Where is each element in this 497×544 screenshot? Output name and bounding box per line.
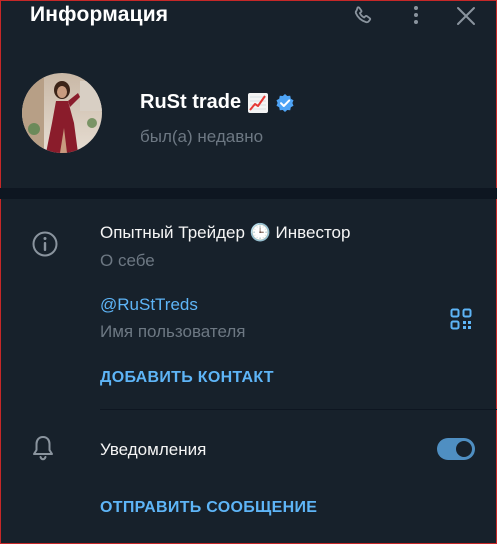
header: Информация bbox=[0, 0, 497, 32]
more-icon[interactable] bbox=[404, 4, 428, 33]
qr-code-icon[interactable] bbox=[450, 308, 472, 335]
notifications-toggle[interactable] bbox=[437, 438, 475, 460]
phone-icon[interactable] bbox=[351, 4, 375, 33]
add-contact-button[interactable]: ДОБАВИТЬ КОНТАКТ bbox=[100, 369, 274, 387]
bio-text: Опытный Трейдер 🕒 Инвестор bbox=[100, 223, 351, 242]
profile-section: RuSt trade был(а) недавно bbox=[0, 60, 497, 188]
profile-name: RuSt trade bbox=[140, 91, 242, 113]
close-icon[interactable] bbox=[454, 4, 478, 33]
chart-increasing-icon bbox=[247, 92, 269, 114]
username-label: Имя пользователя bbox=[100, 322, 246, 341]
bio-label: О себе bbox=[100, 251, 155, 270]
divider bbox=[100, 409, 497, 410]
last-seen-status: был(а) недавно bbox=[140, 127, 264, 146]
panel-title: Информация bbox=[30, 3, 169, 26]
bell-icon bbox=[31, 434, 55, 467]
verified-badge-icon bbox=[275, 93, 295, 113]
name-row: RuSt trade bbox=[140, 91, 295, 114]
username-link[interactable]: @RuStTreds bbox=[100, 295, 198, 315]
avatar[interactable] bbox=[22, 73, 102, 153]
section-separator bbox=[0, 188, 497, 199]
toggle-knob bbox=[454, 439, 474, 459]
info-icon bbox=[31, 230, 59, 263]
send-message-button[interactable]: ОТПРАВИТЬ СООБЩЕНИЕ bbox=[100, 499, 317, 517]
notifications-label: Уведомления bbox=[100, 440, 207, 459]
